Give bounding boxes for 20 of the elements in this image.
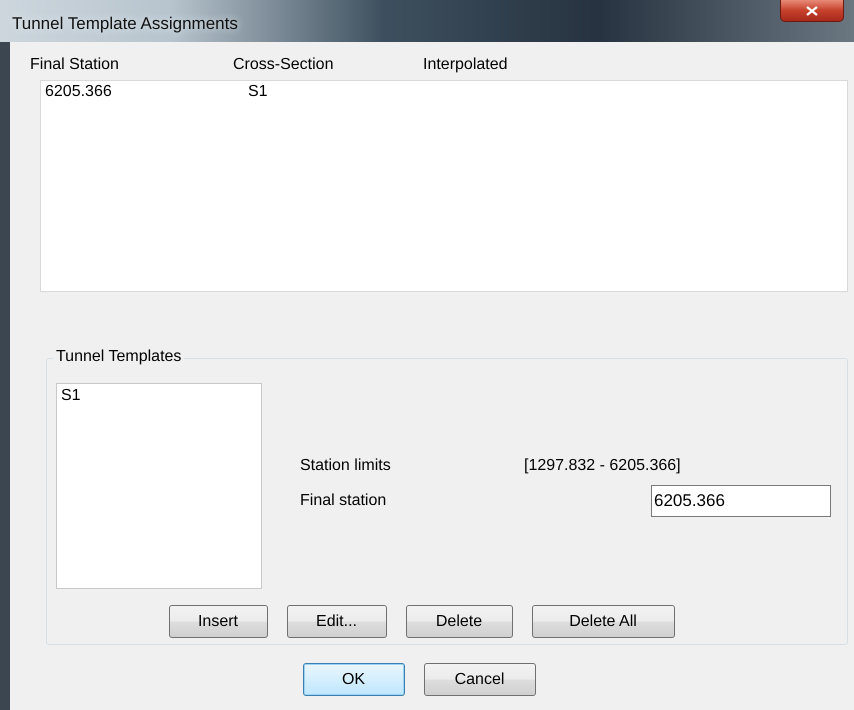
- column-header[interactable]: Interpolated: [423, 56, 723, 74]
- field-label: Station limits: [300, 457, 392, 475]
- list-cell-text: 6205.366: [45, 83, 113, 101]
- action-button[interactable]: Insert: [168, 605, 268, 638]
- final-station-field[interactable]: 6205.366: [651, 485, 831, 517]
- close-button[interactable]: [780, 0, 844, 22]
- action-button[interactable]: Delete All: [532, 605, 674, 638]
- window-title: Tunnel Template Assignments: [12, 14, 238, 34]
- dialog-button[interactable]: OK: [302, 663, 404, 696]
- close-icon: [806, 6, 818, 16]
- station-limits-value: [1297.832 - 6205.366]: [524, 457, 682, 475]
- group-title: Tunnel Templates: [53, 348, 184, 366]
- column-header[interactable]: Final Station: [30, 56, 233, 74]
- action-button[interactable]: Delete: [406, 605, 512, 638]
- template-item[interactable]: S1: [61, 387, 81, 405]
- column-header[interactable]: Cross-Section: [233, 56, 423, 74]
- dialog-button[interactable]: Cancel: [424, 663, 536, 696]
- action-button[interactable]: Edit...: [286, 605, 386, 638]
- field-label: Final station: [300, 492, 388, 510]
- list-cell-text: S1: [248, 83, 269, 101]
